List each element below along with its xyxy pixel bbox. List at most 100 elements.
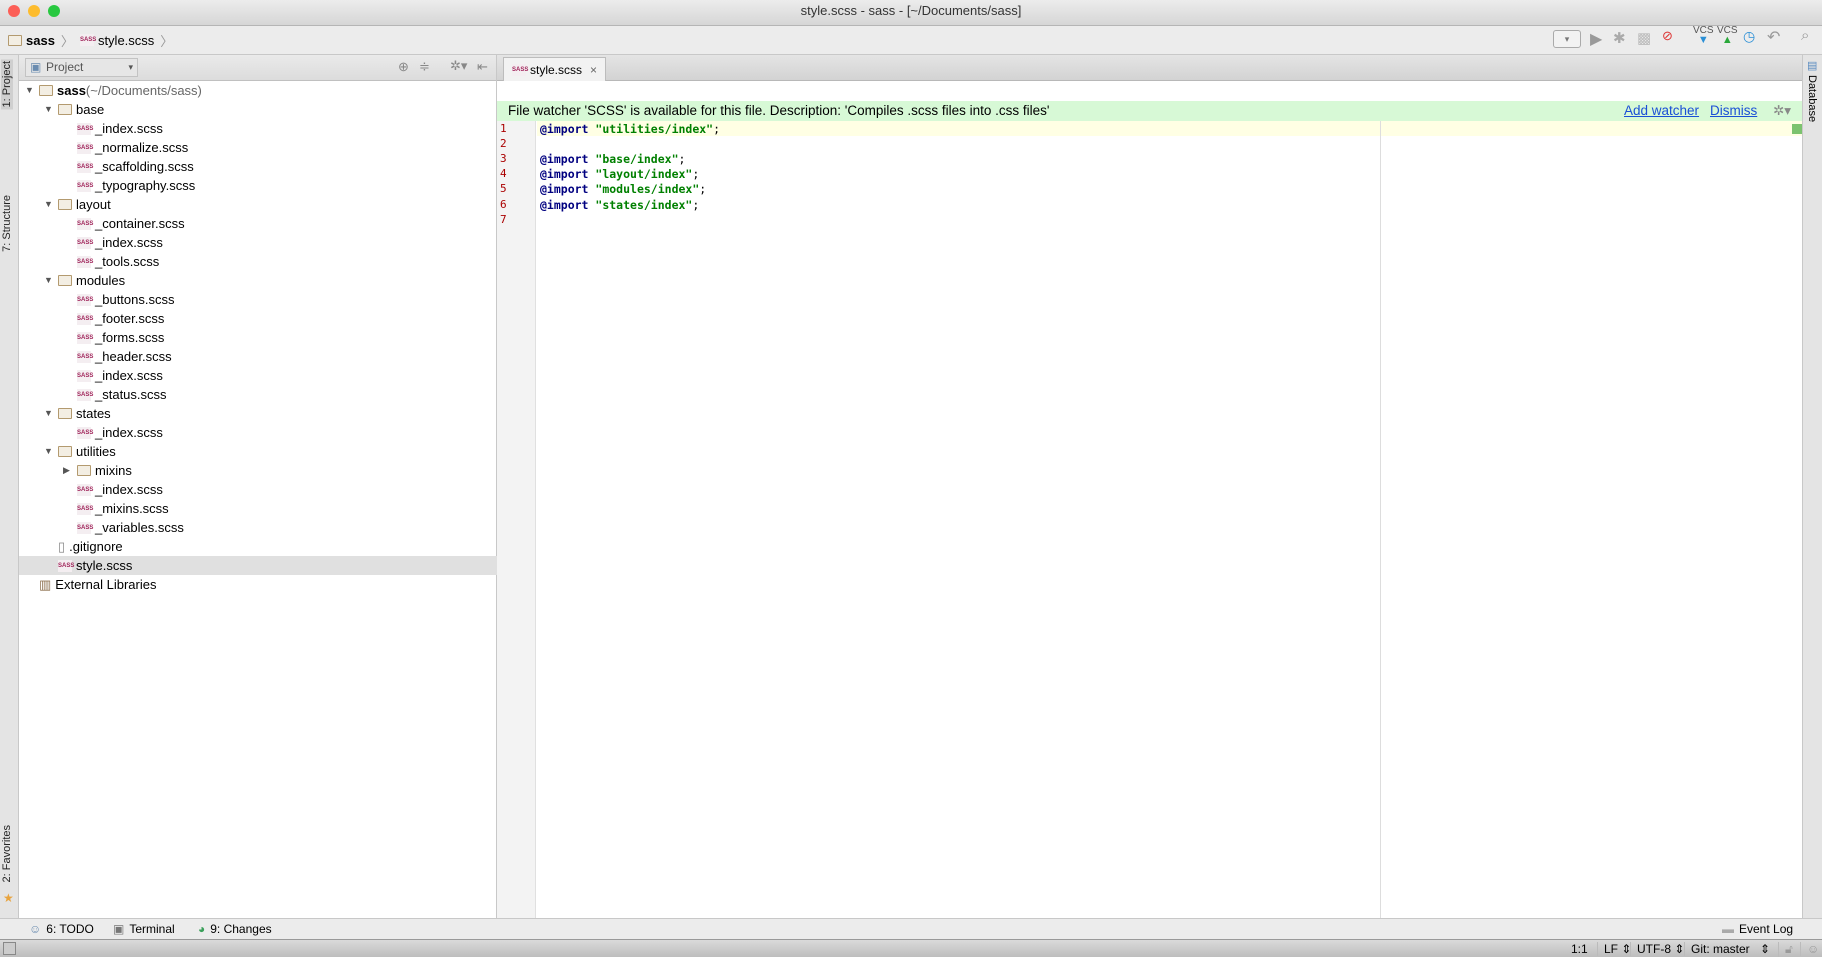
expanded-arrow-icon[interactable]: ▼ xyxy=(25,81,35,100)
expanded-arrow-icon[interactable]: ▼ xyxy=(44,404,54,423)
collapse-all-icon[interactable]: ≑ xyxy=(419,59,430,75)
gear-icon[interactable]: ✲▾ xyxy=(450,58,467,74)
tree-item[interactable]: ▼ sass (~/Documents/sass) xyxy=(25,81,202,100)
lock-icon[interactable]: 🔓︎ xyxy=(1778,942,1793,957)
terminal-icon: ▣ xyxy=(113,922,125,936)
close-window-button[interactable] xyxy=(8,5,20,17)
tree-item[interactable]: ▼ base xyxy=(44,100,104,119)
dismiss-link[interactable]: Dismiss xyxy=(1710,101,1757,121)
inspector-icon[interactable]: ☺ xyxy=(1800,942,1819,956)
title-bar: style.scss - sass - [~/Documents/sass] xyxy=(0,0,1822,26)
tree-item[interactable]: SASS _buttons.scss xyxy=(63,290,175,309)
code-token: "layout/index" xyxy=(595,167,693,182)
structure-tool-button[interactable]: 7: Structure xyxy=(1,195,13,252)
tree-item[interactable]: SASS _tools.scss xyxy=(63,252,159,271)
text-file-icon: ▯ xyxy=(58,539,66,554)
event-log-button[interactable]: ▬ Event Log xyxy=(1722,922,1793,936)
tree-item[interactable]: SASS style.scss xyxy=(19,556,497,575)
tree-item[interactable]: SASS _footer.scss xyxy=(63,309,164,328)
tree-item[interactable]: ▼ states xyxy=(44,404,111,423)
line-separator-selector[interactable]: LF ⇕ xyxy=(1597,942,1631,956)
sass-file-icon: SASS xyxy=(77,521,93,534)
tree-item-label: .gitignore xyxy=(69,539,123,554)
stop-icon[interactable]: ⊘ xyxy=(1662,28,1673,44)
folder-icon xyxy=(77,465,91,476)
tree-item[interactable]: ▯ .gitignore xyxy=(44,537,123,556)
tree-item-label: External Libraries xyxy=(55,577,157,592)
tab-style-scss[interactable]: SASS style.scss × xyxy=(503,57,607,81)
terminal-tool-button[interactable]: ▣ Terminal xyxy=(113,922,175,936)
code-line[interactable]: @import "base/index"; xyxy=(540,152,685,166)
history-icon[interactable]: ◷ xyxy=(1743,28,1755,45)
database-tool-button[interactable]: Database xyxy=(1806,75,1818,122)
editor-tab-bar: SASS style.scss × xyxy=(497,55,1802,81)
minimize-window-button[interactable] xyxy=(28,5,40,17)
sass-file-icon: SASS xyxy=(79,34,96,46)
code-line[interactable]: @import "states/index"; xyxy=(540,198,699,212)
tree-item[interactable]: SASS _header.scss xyxy=(63,347,172,366)
locate-icon[interactable]: ⊕ xyxy=(398,59,409,75)
coverage-icon[interactable]: ▩ xyxy=(1637,29,1651,47)
expanded-arrow-icon[interactable]: ▼ xyxy=(44,271,54,290)
sass-file-icon: SASS xyxy=(77,236,93,249)
vcs-commit-icon[interactable]: VCS ▲ xyxy=(1717,25,1738,46)
code-token: ; xyxy=(692,197,700,212)
code-token: "base/index" xyxy=(595,152,679,167)
tree-item[interactable]: ▶ mixins xyxy=(63,461,132,480)
tree-item[interactable]: SASS _forms.scss xyxy=(63,328,164,347)
hide-panel-icon[interactable]: ⇤ xyxy=(477,59,488,75)
code-token: ; xyxy=(699,182,707,197)
tree-item[interactable]: SASS _index.scss xyxy=(63,119,163,138)
changes-tool-button[interactable]: ◕ 9: Changes xyxy=(198,922,272,936)
tree-item[interactable]: ▼ layout xyxy=(44,195,111,214)
tree-item-label: utilities xyxy=(76,444,116,459)
tree-item[interactable]: SASS _index.scss xyxy=(63,480,163,499)
tree-item[interactable]: SASS _normalize.scss xyxy=(63,138,188,157)
expanded-arrow-icon[interactable]: ▼ xyxy=(44,442,54,461)
code-line[interactable]: @import "modules/index"; xyxy=(540,182,706,196)
expanded-arrow-icon[interactable]: ▼ xyxy=(44,195,54,214)
tree-item-path: (~/Documents/sass) xyxy=(85,83,202,98)
expanded-arrow-icon[interactable]: ▼ xyxy=(44,100,54,119)
tool-windows-toggle-icon[interactable] xyxy=(3,942,16,955)
tree-item[interactable]: SASS _index.scss xyxy=(63,423,163,442)
run-config-dropdown[interactable]: ▾ xyxy=(1553,30,1581,48)
tree-item[interactable]: SASS _scaffolding.scss xyxy=(63,157,194,176)
close-tab-icon[interactable]: × xyxy=(590,63,597,77)
zoom-window-button[interactable] xyxy=(48,5,60,17)
search-icon[interactable]: ⌕ xyxy=(1801,27,1809,44)
tree-item[interactable]: SASS _container.scss xyxy=(63,214,185,233)
tree-item[interactable]: SASS _index.scss xyxy=(63,366,163,385)
git-branch-selector[interactable]: Git: master ⇕ xyxy=(1684,942,1774,956)
encoding-selector[interactable]: UTF-8 ⇕ xyxy=(1630,942,1684,956)
run-icon[interactable]: ▶ xyxy=(1590,29,1602,49)
line-number: 3 xyxy=(500,152,507,166)
revert-icon[interactable]: ↶ xyxy=(1767,27,1780,47)
tree-item[interactable]: SASS _index.scss xyxy=(63,233,163,252)
tree-item[interactable]: SASS _status.scss xyxy=(63,385,167,404)
breadcrumb-style-scss[interactable]: SASS style.scss xyxy=(79,33,154,48)
line-gutter xyxy=(497,121,536,918)
todo-tool-button[interactable]: ☺ 6: TODO xyxy=(29,922,94,936)
debug-icon[interactable]: ✱ xyxy=(1613,29,1626,47)
code-line[interactable]: @import "layout/index"; xyxy=(540,167,699,181)
vcs-update-icon[interactable]: VCS ▼ xyxy=(1693,25,1714,46)
sass-file-icon: SASS xyxy=(77,388,93,401)
favorites-tool-button[interactable]: 2: Favorites xyxy=(1,825,13,882)
project-view-selector[interactable]: ▣ Project ▾ xyxy=(25,58,138,77)
add-watcher-link[interactable]: Add watcher xyxy=(1624,101,1699,121)
gear-icon[interactable]: ✲▾ xyxy=(1773,101,1791,121)
tree-item[interactable]: SASS _variables.scss xyxy=(63,518,184,537)
tree-item[interactable]: ▼ modules xyxy=(44,271,125,290)
tree-item[interactable]: ▥ External Libraries xyxy=(25,575,156,594)
code-token: @import xyxy=(540,197,589,212)
code-line[interactable]: @import "utilities/index"; xyxy=(540,122,720,136)
project-tool-button[interactable]: 1: Project xyxy=(1,59,13,110)
event-log-icon: ▬ xyxy=(1722,922,1734,936)
collapsed-arrow-icon[interactable]: ▶ xyxy=(63,461,73,480)
tree-item[interactable]: SASS _typography.scss xyxy=(63,176,195,195)
caret-position[interactable]: 1:1 xyxy=(1565,942,1588,956)
breadcrumb-sass[interactable]: sass xyxy=(8,33,55,48)
tree-item[interactable]: SASS _mixins.scss xyxy=(63,499,169,518)
tree-item[interactable]: ▼ utilities xyxy=(44,442,116,461)
